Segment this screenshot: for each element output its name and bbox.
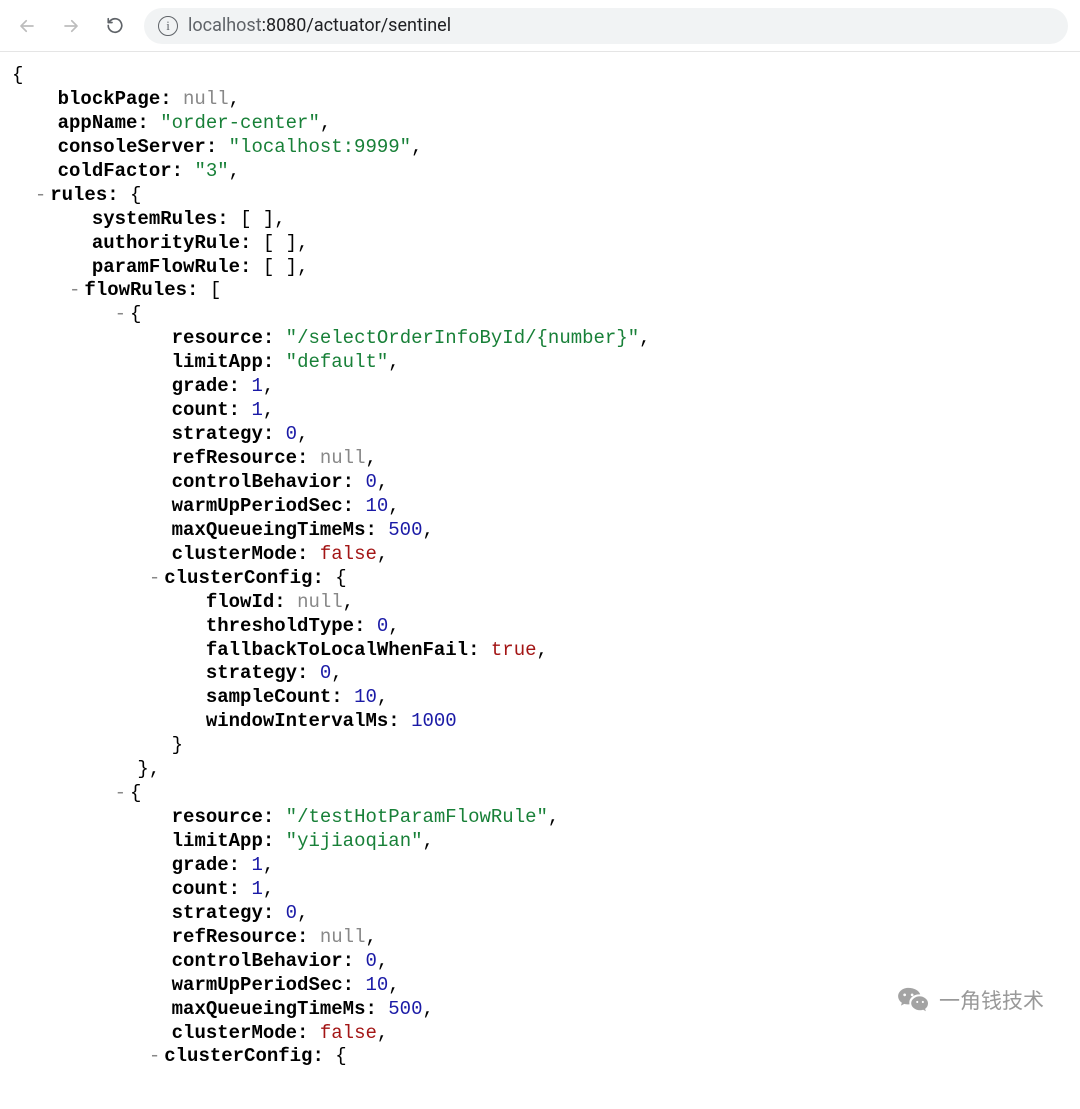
url-text: localhost:8080/actuator/sentinel (188, 15, 451, 36)
browser-toolbar: i localhost:8080/actuator/sentinel (0, 0, 1080, 52)
back-button[interactable] (12, 11, 42, 41)
reload-button[interactable] (100, 11, 130, 41)
arrow-right-icon (62, 15, 80, 37)
json-response-view[interactable]: { blockPage: null, appName: "order-cente… (0, 52, 1080, 1109)
forward-button[interactable] (56, 11, 86, 41)
site-info-icon[interactable]: i (158, 16, 178, 36)
address-bar[interactable]: i localhost:8080/actuator/sentinel (144, 8, 1068, 44)
arrow-left-icon (18, 15, 36, 37)
refresh-icon (106, 15, 124, 36)
